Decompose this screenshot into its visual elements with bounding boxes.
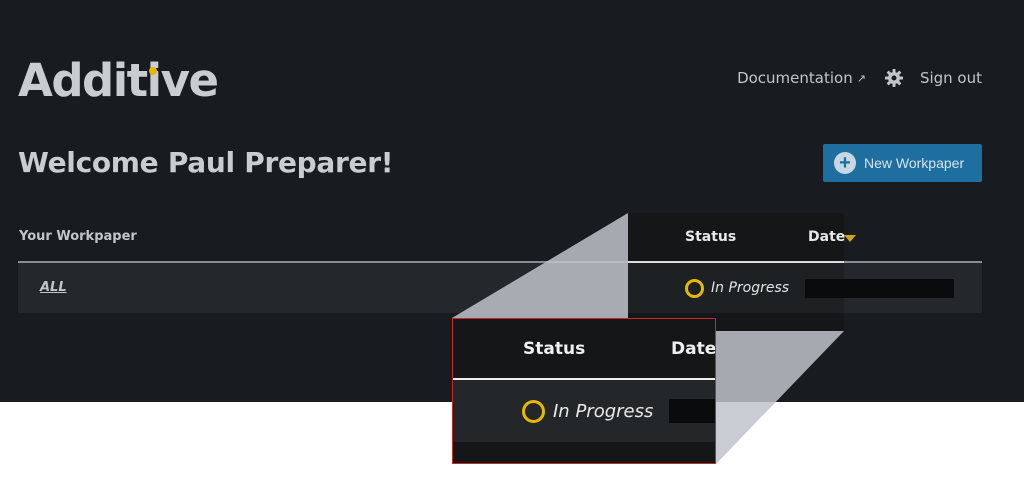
date-value-redacted-extension <box>844 279 954 298</box>
status-label: In Progress <box>711 280 790 296</box>
column-header-status[interactable]: Status <box>685 229 736 245</box>
status-date-panel: Status Date In Progress <box>628 213 856 331</box>
progress-ring-icon <box>685 279 704 298</box>
sort-down-icon[interactable] <box>844 235 856 242</box>
column-header-date[interactable]: Date <box>808 229 845 245</box>
date-value-redacted <box>805 279 844 298</box>
callout-status-label: In Progress <box>553 401 654 422</box>
callout-header-status: Status <box>523 339 586 359</box>
callout-header-date: Date <box>671 339 716 359</box>
zoom-callout: Status Date In Progress <box>452 318 716 464</box>
callout-date-redacted <box>669 399 715 423</box>
progress-ring-icon <box>522 400 545 423</box>
